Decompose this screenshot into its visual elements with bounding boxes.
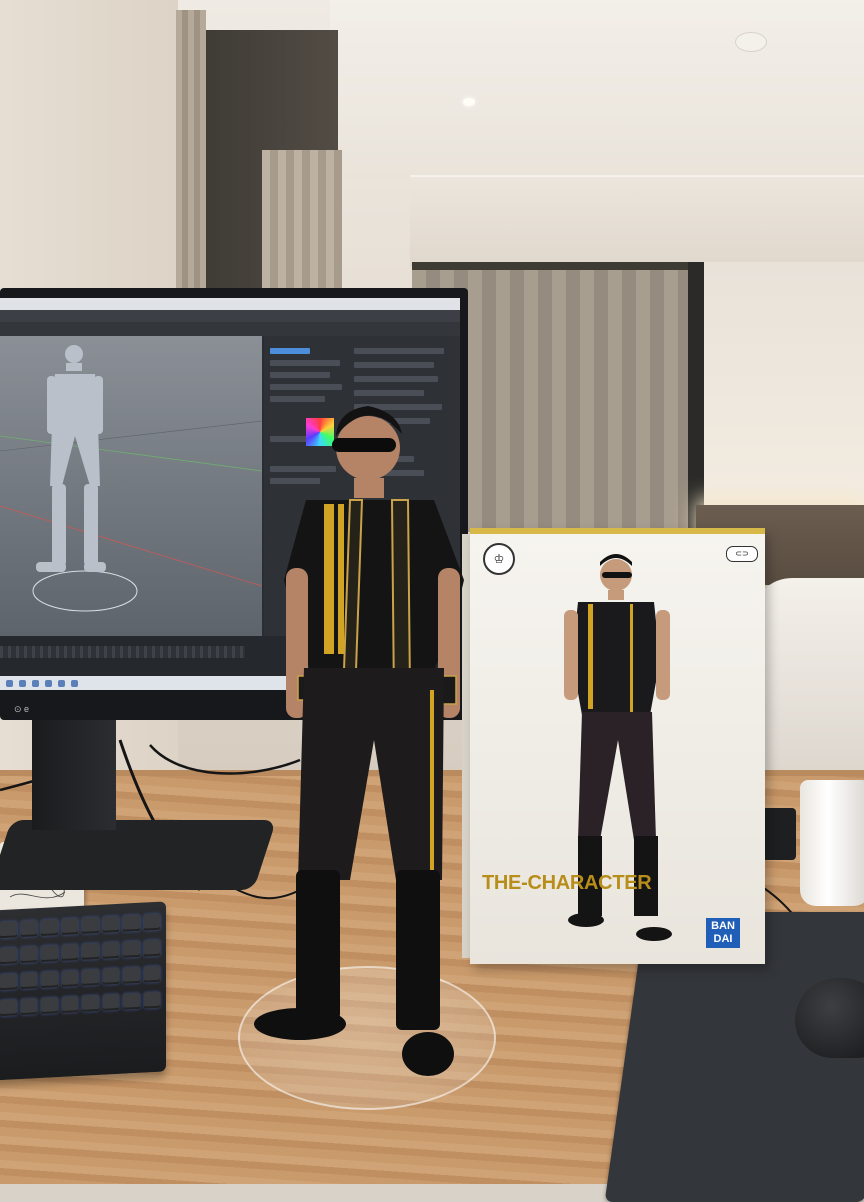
figurine — [254, 406, 464, 1076]
ceiling-soffit — [410, 175, 864, 267]
brand-logo-line2: DAI — [713, 933, 733, 945]
brand-logo: BAN DAI — [706, 918, 740, 948]
smoke-detector — [735, 32, 767, 52]
app-titlebar — [0, 298, 460, 310]
viewport-scene — [0, 345, 262, 612]
door-frame — [688, 262, 704, 532]
app-menubar — [0, 310, 460, 322]
3d-viewport — [0, 336, 262, 636]
box-title: THE-CHARACTER — [482, 872, 652, 894]
bed — [752, 578, 864, 778]
monitor-stand-neck — [32, 710, 116, 830]
curtain-left — [176, 10, 206, 310]
back-wall — [704, 262, 864, 512]
monitor-logo: ⊙ e — [14, 704, 30, 714]
ceiling — [330, 0, 864, 180]
3d-character-model — [36, 345, 106, 572]
monitor-stand-base — [0, 820, 277, 890]
curtain-rail — [412, 262, 702, 270]
app-toolbar — [0, 322, 460, 336]
brand-logo-line1: BAN — [711, 920, 735, 932]
box-maker-logo: ⊂⊃ — [726, 546, 758, 562]
keyboard-keys — [0, 913, 160, 1022]
ceiling-downlight — [463, 98, 475, 106]
mug-icon — [800, 780, 864, 906]
timeline-ruler — [0, 646, 245, 658]
